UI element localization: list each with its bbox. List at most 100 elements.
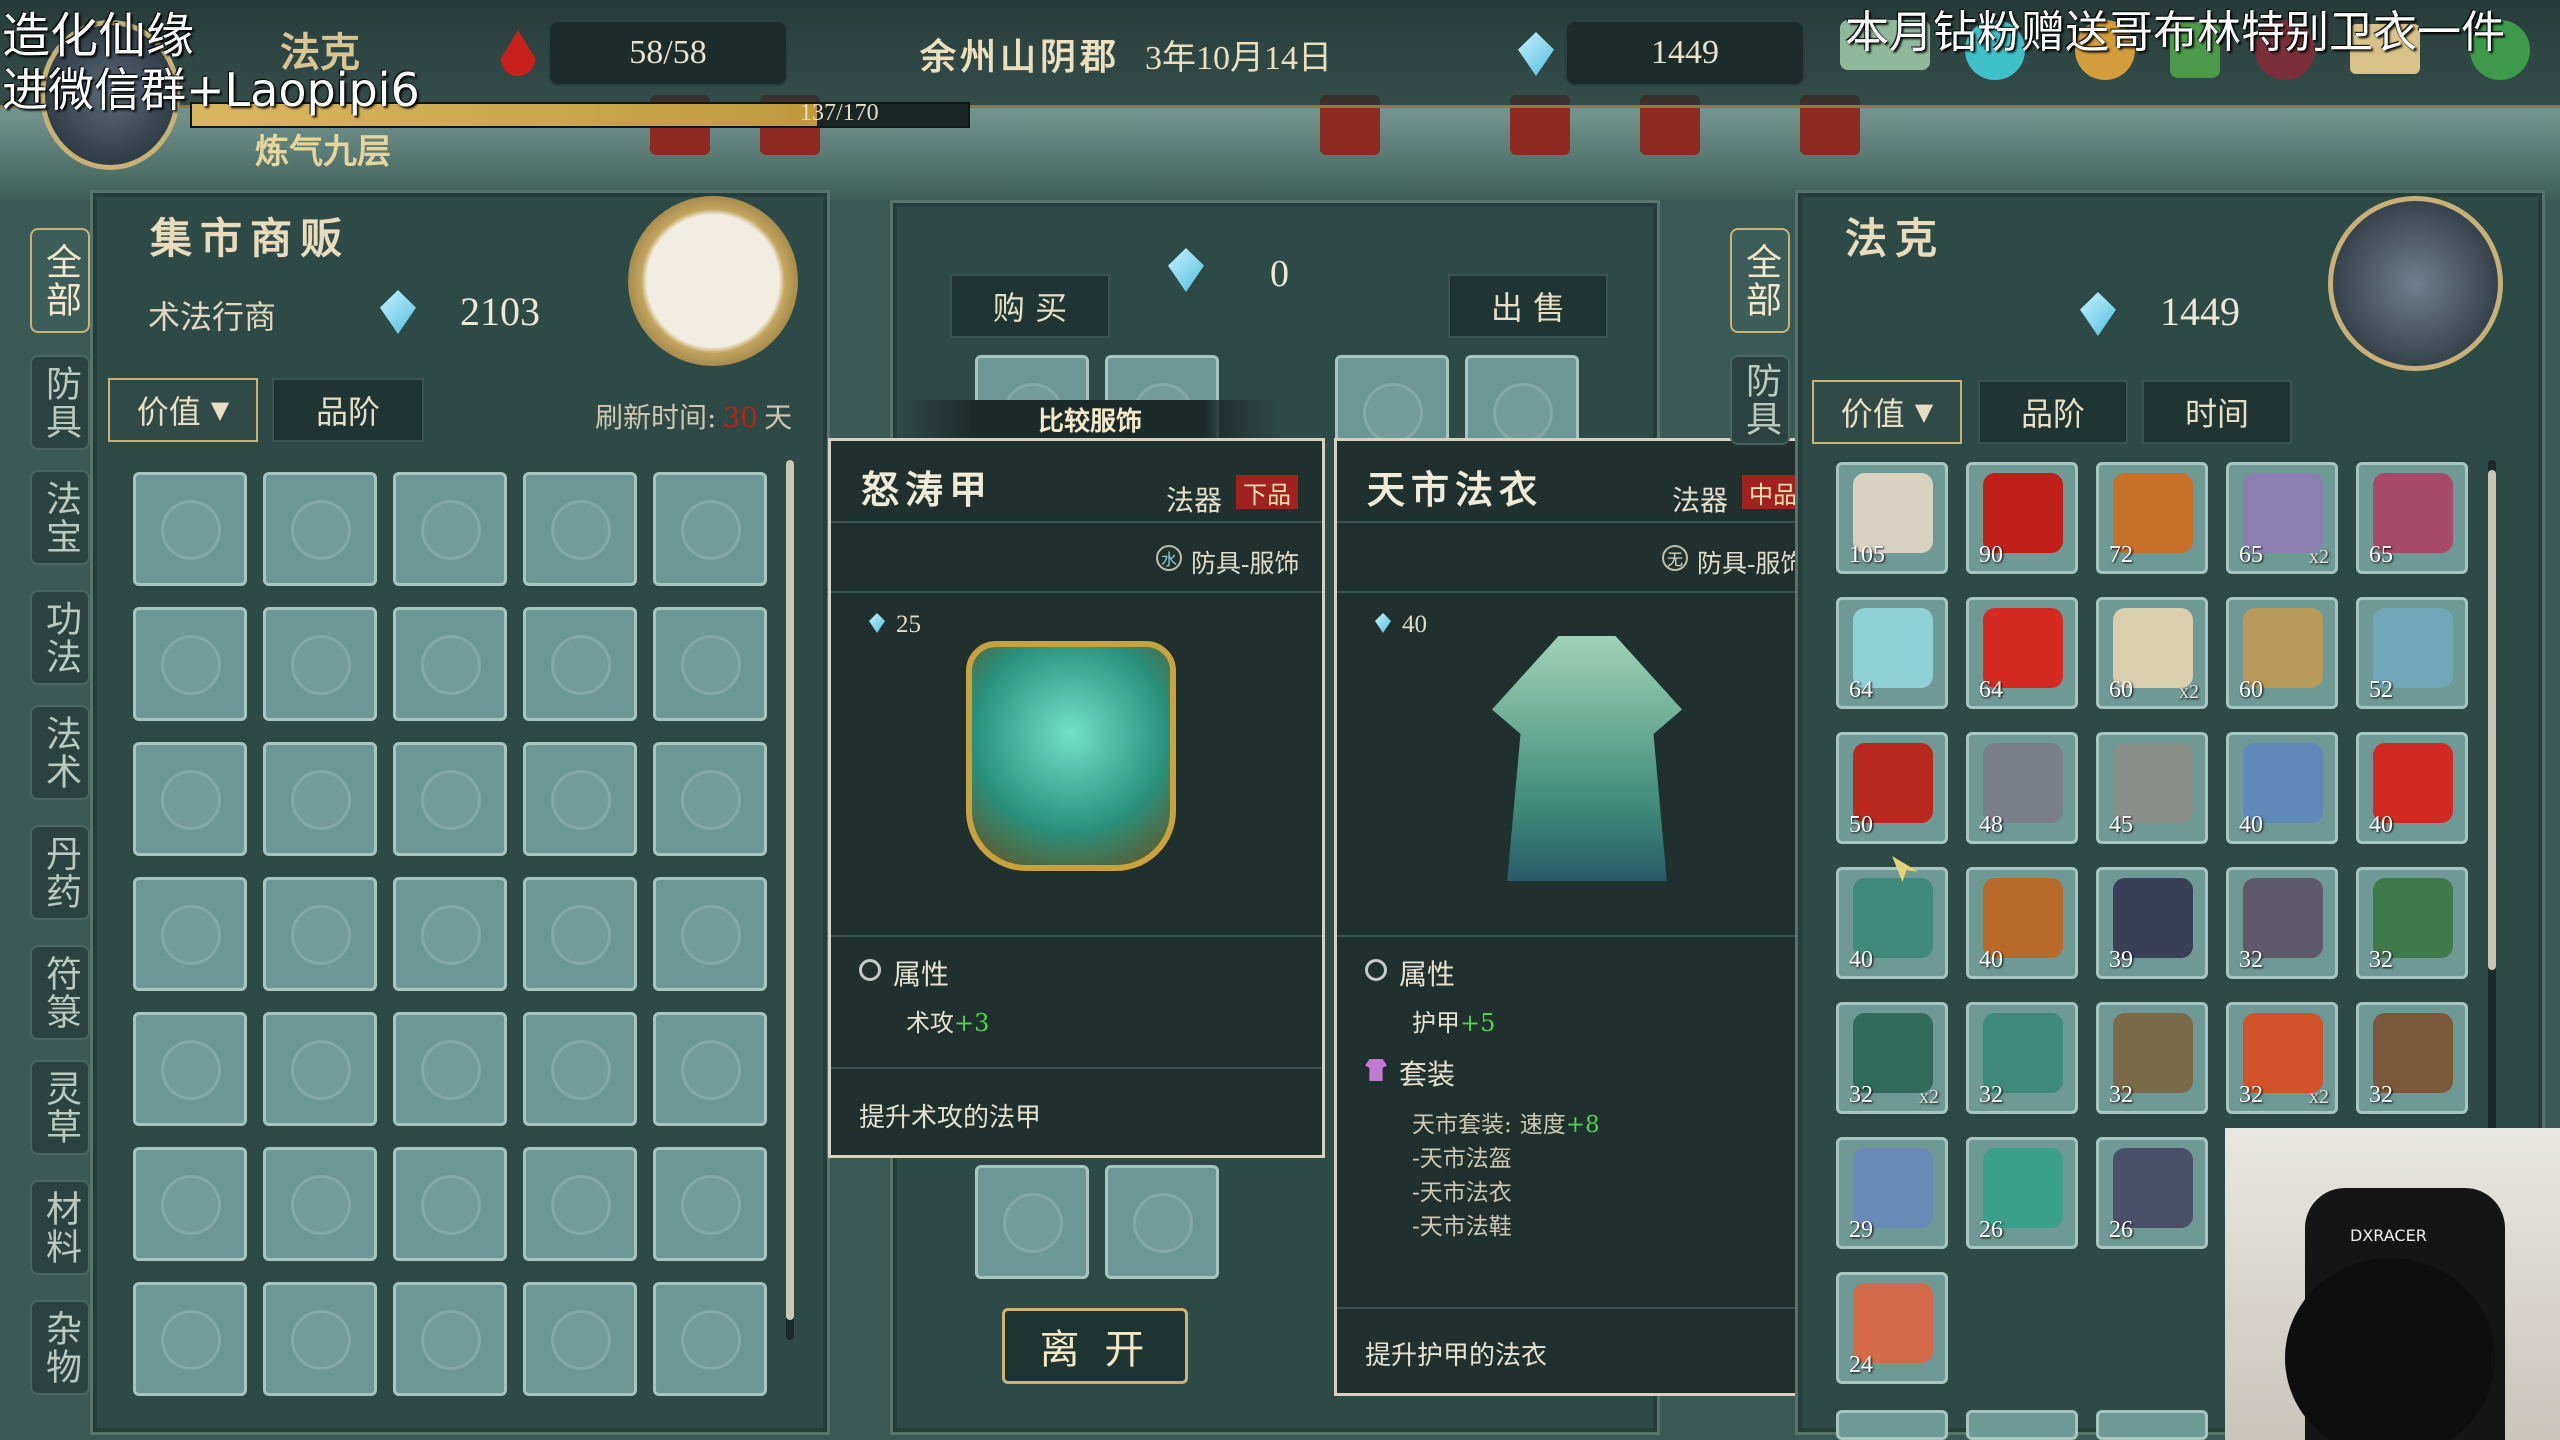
shop-category-tab[interactable]: 全部: [30, 228, 90, 333]
shop-slot[interactable]: [523, 877, 637, 991]
shop-slot[interactable]: [133, 877, 247, 991]
sort-by-grade-tab[interactable]: 品阶: [272, 378, 424, 442]
shop-slot[interactable]: [263, 1282, 377, 1396]
inventory-slot[interactable]: 29: [1836, 1137, 1948, 1249]
sort-by-value-tab[interactable]: 价值 ▼: [108, 378, 258, 442]
inventory-slot[interactable]: 39: [2096, 867, 2208, 979]
inventory-slot[interactable]: 32: [2356, 1002, 2468, 1114]
inventory-slot[interactable]: 64: [1836, 597, 1948, 709]
inventory-slot[interactable]: 32: [2226, 867, 2338, 979]
inventory-slot[interactable]: 40: [1966, 867, 2078, 979]
shop-slot[interactable]: [653, 742, 767, 856]
buy-slot[interactable]: [1105, 1165, 1219, 1279]
shop-slot[interactable]: [263, 742, 377, 856]
shop-slot[interactable]: [263, 1147, 377, 1261]
inventory-slot[interactable]: [1966, 1410, 2078, 1440]
shop-category-tab[interactable]: 灵草: [30, 1060, 90, 1155]
inventory-slot[interactable]: 52: [2356, 597, 2468, 709]
shop-scroll-thumb[interactable]: [786, 460, 794, 1320]
shop-category-tab[interactable]: 功法: [30, 590, 90, 685]
inventory-scroll-thumb[interactable]: [2488, 470, 2496, 970]
item-icon: [2243, 1013, 2323, 1093]
shop-category-tab[interactable]: 防具: [30, 355, 90, 450]
inventory-slot[interactable]: 60: [2226, 597, 2338, 709]
inventory-slot[interactable]: 48: [1966, 732, 2078, 844]
inventory-slot[interactable]: 26: [2096, 1137, 2208, 1249]
shop-slot[interactable]: [133, 1147, 247, 1261]
inventory-slot[interactable]: [2096, 1410, 2208, 1440]
shop-slot[interactable]: [523, 1282, 637, 1396]
inventory-sort-grade-tab[interactable]: 品阶: [1978, 380, 2128, 444]
inventory-slot[interactable]: 32 x2: [1836, 1002, 1948, 1114]
shop-slot[interactable]: [263, 1012, 377, 1126]
shop-slot[interactable]: [393, 472, 507, 586]
inventory-slot[interactable]: 32: [2096, 1002, 2208, 1114]
shop-category-tab[interactable]: 材料: [30, 1180, 90, 1275]
inventory-slot[interactable]: 32: [1966, 1002, 2078, 1114]
shop-slot[interactable]: [653, 1282, 767, 1396]
inventory-slot[interactable]: 32: [2356, 867, 2468, 979]
shop-slot[interactable]: [653, 472, 767, 586]
shop-slot[interactable]: [133, 1012, 247, 1126]
shop-slot[interactable]: [523, 607, 637, 721]
inventory-sort-value-tab[interactable]: 价值 ▼: [1812, 380, 1962, 444]
inventory-slot[interactable]: 64: [1966, 597, 2078, 709]
inventory-slot[interactable]: 105: [1836, 462, 1948, 574]
inventory-slot[interactable]: 60 x2: [2096, 597, 2208, 709]
shop-slot[interactable]: [263, 877, 377, 991]
shop-category-tab[interactable]: 法宝: [30, 470, 90, 565]
buy-tab[interactable]: 购 买: [950, 274, 1110, 338]
inventory-tab-all[interactable]: 全部: [1730, 228, 1790, 333]
shop-slot[interactable]: [393, 1282, 507, 1396]
shop-slot[interactable]: [393, 1147, 507, 1261]
inventory-slot[interactable]: 45: [2096, 732, 2208, 844]
shop-slot[interactable]: [393, 877, 507, 991]
item-value: 32: [2239, 947, 2263, 973]
item-value: 32: [2239, 1082, 2263, 1108]
inventory-slot[interactable]: 24: [1836, 1272, 1948, 1384]
item-value: 72: [2109, 542, 2133, 568]
inventory-slot[interactable]: 72: [2096, 462, 2208, 574]
shop-slot[interactable]: [393, 607, 507, 721]
shop-slot[interactable]: [653, 1147, 767, 1261]
shop-slot[interactable]: [523, 1147, 637, 1261]
inventory-slot[interactable]: 65: [2356, 462, 2468, 574]
shop-slot[interactable]: [133, 742, 247, 856]
inventory-slot[interactable]: 32 x2: [2226, 1002, 2338, 1114]
shop-category-tab[interactable]: 杂物: [30, 1300, 90, 1395]
inventory-slot[interactable]: 90: [1966, 462, 2078, 574]
shop-slot[interactable]: [523, 742, 637, 856]
empty-slot-icon: [421, 905, 481, 965]
shop-slot[interactable]: [133, 472, 247, 586]
inventory-slot[interactable]: [1836, 1410, 1948, 1440]
shop-category-tab[interactable]: 符箓: [30, 945, 90, 1040]
shop-slot[interactable]: [133, 607, 247, 721]
sell-tab[interactable]: 出 售: [1448, 274, 1608, 338]
inventory-tab-armor[interactable]: 防具: [1730, 355, 1790, 445]
inventory-slot[interactable]: 65 x2: [2226, 462, 2338, 574]
shop-slot[interactable]: [523, 1012, 637, 1126]
shop-category-tab[interactable]: 丹药: [30, 825, 90, 920]
shop-title: 集市商贩: [150, 214, 351, 263]
inventory-slot[interactable]: 40: [2356, 732, 2468, 844]
shop-slot[interactable]: [263, 472, 377, 586]
buy-slot[interactable]: [975, 1165, 1089, 1279]
shop-slot[interactable]: [523, 472, 637, 586]
empty-slot-icon: [1493, 383, 1553, 443]
inventory-slot[interactable]: 50: [1836, 732, 1948, 844]
shop-slot[interactable]: [653, 1012, 767, 1126]
shop-slot[interactable]: [393, 1012, 507, 1126]
shop-slot[interactable]: [393, 742, 507, 856]
item-icon: [2243, 608, 2323, 688]
shop-slot[interactable]: [133, 1282, 247, 1396]
shop-category-tab[interactable]: 法术: [30, 705, 90, 800]
leave-button[interactable]: 离 开: [1002, 1308, 1188, 1384]
shop-slot[interactable]: [653, 607, 767, 721]
inventory-slot[interactable]: 40: [2226, 732, 2338, 844]
inventory-sort-time-tab[interactable]: 时间: [2142, 380, 2292, 444]
inventory-slot[interactable]: 40: [1836, 867, 1948, 979]
shop-slot[interactable]: [653, 877, 767, 991]
shop-slot[interactable]: [263, 607, 377, 721]
inventory-slot[interactable]: 26: [1966, 1137, 2078, 1249]
shop-scrollbar[interactable]: [786, 460, 794, 1340]
